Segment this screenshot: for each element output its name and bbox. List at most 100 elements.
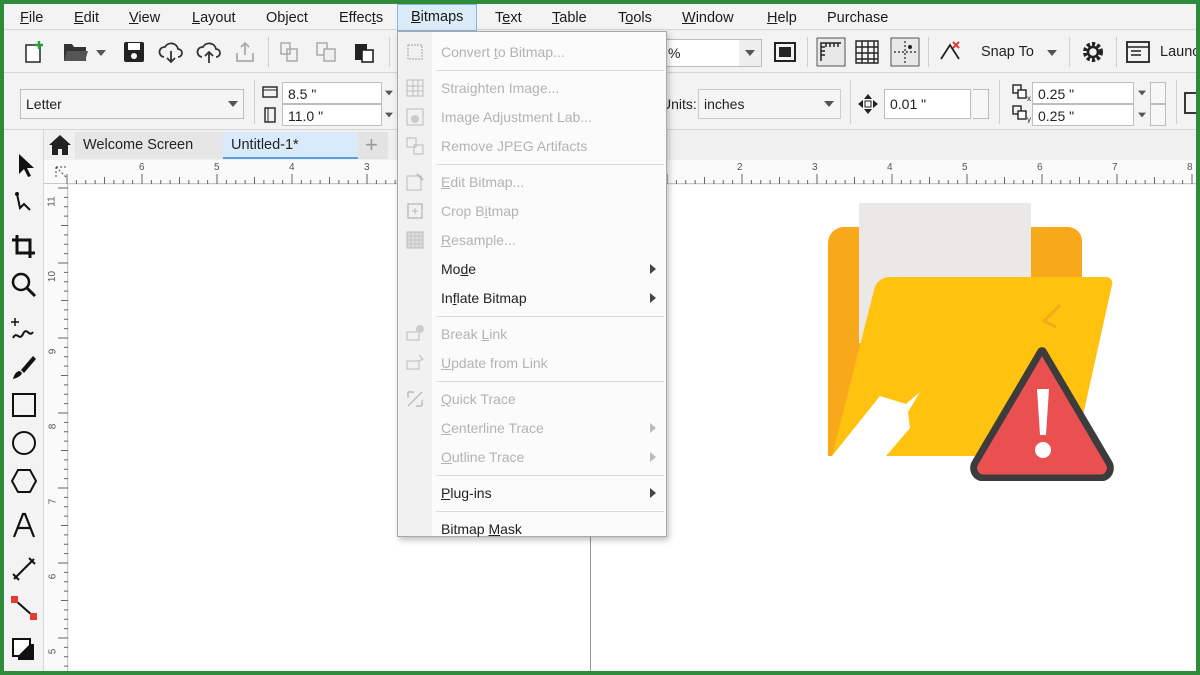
menu-item-label: Centerline Trace <box>441 420 544 436</box>
grid-icon[interactable] <box>854 39 880 65</box>
menu-separator <box>436 381 664 382</box>
snap-to-label[interactable]: Snap To <box>981 41 1034 63</box>
home-icon[interactable] <box>48 134 72 156</box>
page-size-select[interactable]: Letter <box>20 89 244 119</box>
options-gear-icon[interactable] <box>1080 39 1106 65</box>
menu-item-resample: Resample... <box>398 226 666 254</box>
menu-window[interactable]: Window <box>680 7 736 29</box>
export-icon[interactable] <box>233 40 257 64</box>
cloud-download-icon[interactable] <box>157 39 185 65</box>
save-icon[interactable] <box>122 40 146 64</box>
artistic-media-icon[interactable] <box>9 352 39 382</box>
menu-item-plug-ins[interactable]: Plug-ins <box>398 479 666 507</box>
duplicate-y-field[interactable]: 0.25 " <box>1032 104 1134 126</box>
nudge-spinner[interactable] <box>973 89 989 119</box>
menu-separator <box>436 316 664 317</box>
full-screen-icon[interactable] <box>773 41 797 63</box>
copy-icon[interactable] <box>315 41 337 63</box>
duplicate-y-icon: y <box>1012 105 1031 123</box>
menu-item-crop-bitmap: Crop Bitmap <box>398 197 666 225</box>
open-folder-icon[interactable] <box>62 40 90 64</box>
submenu-arrow-icon <box>650 452 656 462</box>
duplicate-y-spinner[interactable] <box>1150 104 1166 126</box>
freehand-tool-icon[interactable] <box>9 314 39 344</box>
duplicate-x-arrow[interactable] <box>1138 90 1146 96</box>
connector-tool-icon[interactable] <box>9 592 39 622</box>
menu-layout[interactable]: Layout <box>190 7 238 29</box>
ruler-h-label: 5 <box>214 162 220 173</box>
open-dropdown-arrow[interactable] <box>96 50 106 56</box>
submenu-arrow-icon <box>650 488 656 498</box>
menu-purchase[interactable]: Purchase <box>825 7 890 29</box>
duplicate-x-spinner[interactable] <box>1150 82 1166 104</box>
menu-item-mode[interactable]: Mode <box>398 255 666 283</box>
guidelines-icon[interactable] <box>890 37 920 67</box>
new-tab-button[interactable]: + <box>358 132 388 159</box>
cloud-upload-icon[interactable] <box>195 39 223 65</box>
ruler-h-label: 8 <box>1187 162 1193 173</box>
text-tool-icon[interactable] <box>9 510 39 540</box>
menu-table[interactable]: Table <box>550 7 589 29</box>
menu-edit[interactable]: Edit <box>72 7 101 29</box>
ruler-v-label: 11 <box>46 196 58 207</box>
drop-shadow-tool-icon[interactable] <box>9 635 39 665</box>
ruler-origin-icon[interactable] <box>54 165 70 181</box>
menu-effects[interactable]: Effects <box>337 7 385 29</box>
duplicate-x-field[interactable]: 0.25 " <box>1032 82 1134 104</box>
menu-help[interactable]: Help <box>765 7 799 29</box>
menu-item-straighten-image: Straighten Image... <box>398 74 666 102</box>
menu-item-label: Mode <box>441 261 477 277</box>
pick-tool-icon[interactable] <box>9 150 39 180</box>
menu-item-inflate-bitmap[interactable]: Inflate Bitmap <box>398 284 666 312</box>
tab-untitled-1[interactable]: Untitled-1* <box>223 132 358 159</box>
page-frame-icon[interactable] <box>1182 91 1196 115</box>
menu-item-edit-bitmap: Edit Bitmap... <box>398 168 666 196</box>
menu-text[interactable]: Text <box>493 7 524 29</box>
rectangle-tool-icon[interactable] <box>9 390 39 420</box>
ruler-h-label: 5 <box>962 162 968 173</box>
units-select[interactable]: inches <box>698 89 841 119</box>
crop-tool-icon[interactable] <box>9 232 39 262</box>
paste-icon[interactable] <box>352 40 376 64</box>
cut-icon[interactable] <box>278 41 300 63</box>
polygon-tool-icon[interactable] <box>9 466 39 496</box>
dimension-tool-icon[interactable] <box>9 554 39 584</box>
ruler-h-label: 6 <box>139 162 145 173</box>
menu-separator <box>436 475 664 476</box>
duplicate-y-arrow[interactable] <box>1138 112 1146 118</box>
menu-item-bitmap-mask[interactable]: Bitmap Mask <box>398 515 666 543</box>
menu-view[interactable]: View <box>127 7 162 29</box>
launch-label[interactable]: Launc <box>1160 41 1196 63</box>
new-document-icon[interactable] <box>22 39 48 65</box>
snap-to-dropdown-arrow[interactable] <box>1047 50 1057 56</box>
zoom-tool-icon[interactable] <box>9 270 39 300</box>
submenu-arrow-icon <box>650 293 656 303</box>
page-height-field[interactable]: 11.0 " <box>282 104 382 126</box>
dup-x-subscript: x <box>1027 94 1031 102</box>
page-size-dropdown-arrow <box>228 101 238 107</box>
ruler-v-label: 10 <box>47 270 59 283</box>
shape-tool-icon[interactable] <box>9 188 39 218</box>
menu-item-update-from-link: Update from Link <box>398 349 666 377</box>
tab-welcome-screen[interactable]: Welcome Screen <box>75 132 223 159</box>
image-adjustment-icon <box>406 108 424 126</box>
ellipse-tool-icon[interactable] <box>9 428 39 458</box>
menu-bitmaps[interactable]: Bitmaps <box>397 4 478 31</box>
vertical-ruler[interactable]: 11 10 9 8 7 6 5 <box>44 184 68 671</box>
menu-tools[interactable]: Tools <box>616 7 654 29</box>
update-link-icon <box>406 354 424 370</box>
page-width-field[interactable]: 8.5 " <box>282 82 382 104</box>
menu-separator <box>436 70 664 71</box>
page-height-arrow[interactable] <box>385 112 393 118</box>
page-width-arrow[interactable] <box>385 90 393 96</box>
nudge-distance-field[interactable]: 0.01 " <box>884 89 971 119</box>
menu-item-outline-trace: Outline Trace <box>398 443 666 471</box>
menu-object[interactable]: Object <box>264 7 310 29</box>
snap-off-icon[interactable] <box>938 39 964 65</box>
remove-jpeg-icon <box>406 137 424 155</box>
rulers-icon[interactable] <box>816 37 846 67</box>
launch-icon[interactable] <box>1126 41 1150 63</box>
menu-separator <box>436 164 664 165</box>
break-link-icon <box>406 325 424 341</box>
menu-file[interactable]: File <box>18 7 45 29</box>
